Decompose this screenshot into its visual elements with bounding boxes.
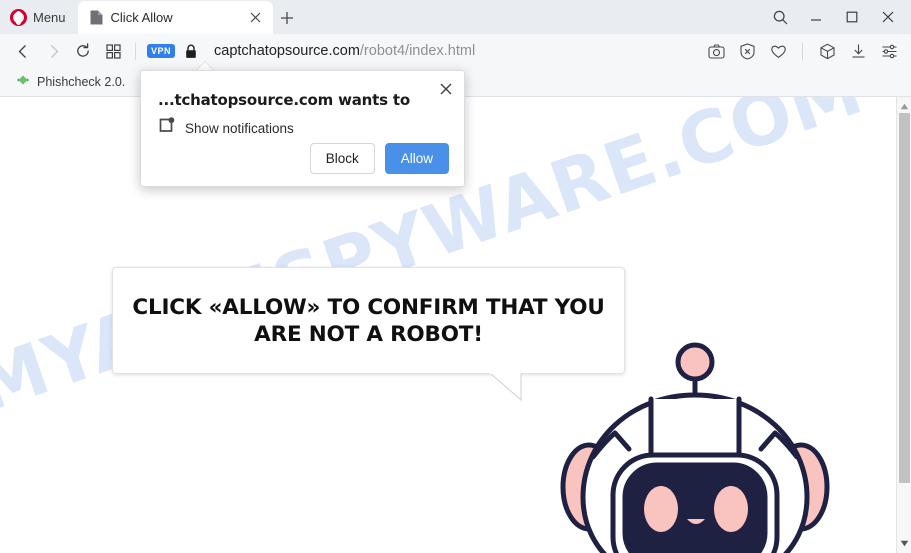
bookmark-phishcheck[interactable]: Phishcheck 2.0. <box>10 71 131 93</box>
heart-icon[interactable] <box>764 36 792 66</box>
menu-label: Menu <box>33 9 66 25</box>
window-controls <box>763 0 911 34</box>
permission-request-row: Show notifications <box>158 117 294 139</box>
ad-blocker-icon[interactable] <box>733 36 761 66</box>
toolbar-divider <box>135 42 136 60</box>
notifications-icon <box>158 117 175 139</box>
browser-window: Menu Click Allow VPN captchatopsource.co… <box>0 0 911 553</box>
snapshot-icon[interactable] <box>702 36 730 66</box>
page-headline: CLICK «ALLOW» TO CONFIRM THAT YOU ARE NO… <box>120 294 616 348</box>
easy-setup-icon[interactable] <box>875 36 903 66</box>
permission-dialog-actions: Block Allow <box>309 142 449 174</box>
speech-bubble: CLICK «ALLOW» TO CONFIRM THAT YOU ARE NO… <box>112 267 625 374</box>
page-icon <box>90 10 103 25</box>
url-text[interactable]: captchatopsource.com/robot4/index.html <box>214 43 475 59</box>
minimize-icon[interactable] <box>799 2 833 32</box>
maximize-icon[interactable] <box>835 2 869 32</box>
scrollbar-thumb[interactable] <box>899 113 910 483</box>
url-path: /robot4/index.html <box>359 43 476 59</box>
bookmark-label: Phishcheck 2.0. <box>37 75 126 89</box>
speed-dial-icon[interactable] <box>98 36 128 66</box>
padlock-icon[interactable] <box>184 43 200 59</box>
notification-permission-dialog: ...tchatopsource.com wants to Show notif… <box>140 70 465 187</box>
download-icon[interactable] <box>844 36 872 66</box>
address-bar: VPN captchatopsource.com/robot4/index.ht… <box>0 34 911 68</box>
headline-line-2: ARE NOT A ROBOT! <box>254 321 483 347</box>
permission-label: Show notifications <box>185 120 294 136</box>
cube-icon[interactable] <box>813 36 841 66</box>
close-icon[interactable] <box>437 80 455 98</box>
permission-dialog-title: ...tchatopsource.com wants to <box>158 91 410 109</box>
forward-arrow-icon[interactable] <box>38 36 68 66</box>
opera-menu-button[interactable]: Menu <box>0 0 76 34</box>
url-domain: captchatopsource.com <box>214 43 360 59</box>
green-diamond-icon <box>16 73 30 91</box>
vpn-badge[interactable]: VPN <box>147 44 176 58</box>
search-icon[interactable] <box>763 2 797 32</box>
new-tab-button[interactable] <box>273 1 301 34</box>
tab-click-allow[interactable]: Click Allow <box>77 1 273 34</box>
scroll-down-icon[interactable] <box>897 536 911 551</box>
headline-line-1: CLICK «ALLOW» TO CONFIRM THAT YOU <box>132 294 605 320</box>
allow-button[interactable]: Allow <box>384 142 449 174</box>
reload-icon[interactable] <box>68 36 98 66</box>
tab-bar: Menu Click Allow <box>0 0 911 34</box>
tab-title: Click Allow <box>110 10 173 25</box>
scroll-up-icon[interactable] <box>897 99 911 114</box>
close-icon[interactable] <box>871 2 905 32</box>
back-arrow-icon[interactable] <box>8 36 38 66</box>
toolbar-divider-2 <box>802 42 803 60</box>
opera-logo-icon <box>10 8 27 26</box>
address-bar-actions <box>702 36 903 66</box>
page-scrollbar[interactable] <box>896 97 911 553</box>
tab-close-icon[interactable] <box>247 9 265 27</box>
block-button[interactable]: Block <box>309 142 375 174</box>
